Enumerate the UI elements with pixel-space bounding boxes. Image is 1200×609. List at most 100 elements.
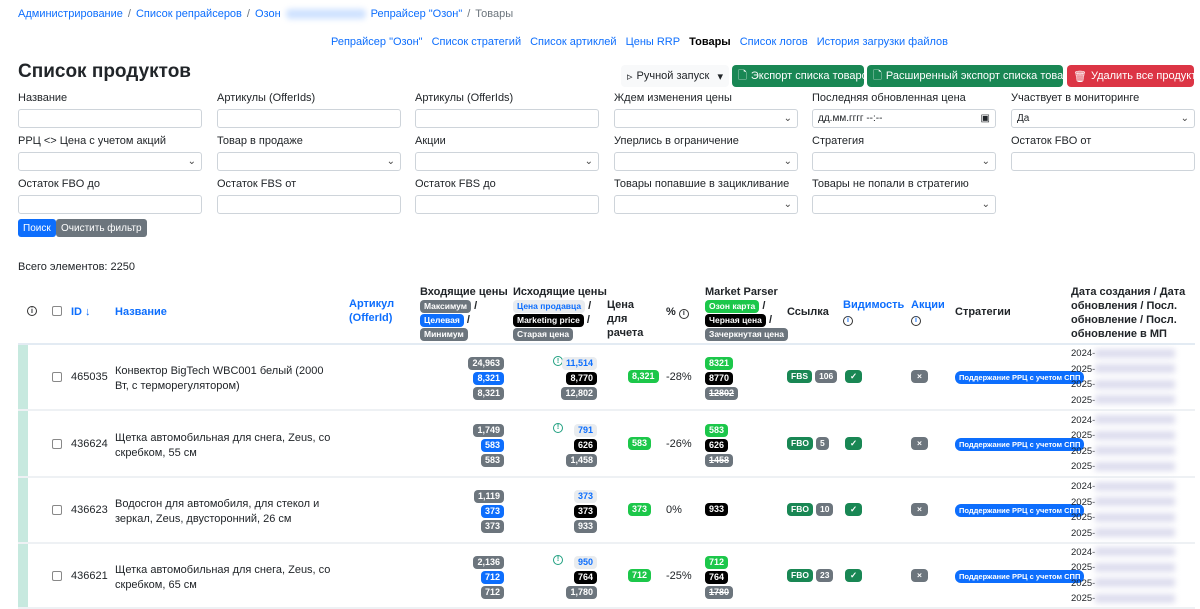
mp-price: 1458: [705, 453, 734, 467]
market-parser-prices: 583 626 1458: [705, 423, 734, 467]
row-dates: 2024- 2025- 2025- 2025-: [1071, 346, 1176, 408]
row-dates: 2024- 2025- 2025- 2025-: [1071, 479, 1176, 541]
filter-label: Товар в продаже: [217, 135, 303, 147]
col-id[interactable]: ID ↓: [71, 305, 91, 319]
filter-label: Акции: [415, 135, 446, 147]
filter-input[interactable]: Да ⌄: [1011, 109, 1195, 128]
clear-filter-button[interactable]: Очистить фильтр: [56, 219, 147, 237]
filter-field: РРЦ <> Цена с учетом акций ⌄: [18, 135, 202, 171]
row-name[interactable]: Конвектор BigTech WBC001 белый (2000 Вт,…: [115, 364, 340, 394]
chevron-down-icon: ⌄: [584, 156, 593, 167]
breadcrumb-ozon[interactable]: Озон: [255, 8, 281, 20]
nav-repricer[interactable]: Репрайсер "Озон": [331, 36, 423, 48]
row-name[interactable]: Водосгон для автомобиля, для стекол и зе…: [115, 497, 340, 527]
filter-input[interactable]: [18, 109, 202, 128]
col-calc-price: Цена для рачета: [607, 299, 644, 339]
filter-input[interactable]: [18, 195, 202, 214]
filter-input[interactable]: ⌄: [415, 152, 599, 171]
filter-field: Остаток FBO до: [18, 178, 202, 214]
info-icon: i: [911, 316, 921, 326]
nav-logs[interactable]: Список логов: [740, 36, 808, 48]
export-button[interactable]: 🗋 Экспорт списка товаров: [732, 65, 874, 87]
row-checkbox[interactable]: [52, 505, 62, 515]
outgoing-prices: 791 626 1,458: [566, 423, 597, 467]
chevron-down-icon: ⌄: [981, 199, 990, 210]
file-icon: 🗋: [873, 69, 882, 82]
extended-export-button[interactable]: 🗋 Расширенный экспорт списка товаров: [867, 65, 1081, 87]
col-strategies: Стратегии: [955, 306, 1011, 318]
redacted-date: [1095, 593, 1176, 603]
breadcrumb-repricer[interactable]: Репрайсер "Озон": [371, 8, 463, 20]
filter-input[interactable]: ⌄: [217, 152, 401, 171]
filter-input[interactable]: [415, 109, 599, 128]
breadcrumb-repricers[interactable]: Список репрайсеров: [136, 8, 242, 20]
strategy-badge[interactable]: Поддержание РРЦ с учетом СПП: [955, 371, 1085, 384]
link-badges[interactable]: FBO 23: [787, 568, 834, 582]
col-name[interactable]: Название: [115, 305, 167, 319]
calendar-icon: ▣: [980, 113, 990, 124]
filter-input[interactable]: [1011, 152, 1195, 171]
filter-label: Артикулы (OfferIds): [217, 92, 316, 104]
incoming-prices: 2,136 712 712: [473, 555, 504, 599]
filter-label: Товары не попали в стратегию: [812, 178, 969, 190]
filter-input[interactable]: ⌄: [812, 152, 996, 171]
link-badges[interactable]: FBO 10: [787, 503, 834, 516]
filter-label: Остаток FBO до: [18, 178, 100, 190]
market-parser-prices: 8321 8770 12802: [705, 357, 739, 400]
warning-icon: !: [553, 422, 563, 433]
redacted-date: [1095, 348, 1176, 358]
nav-upload-history[interactable]: История загрузки файлов: [817, 36, 948, 48]
delete-all-button[interactable]: 🗑 Удалить все продукты: [1067, 65, 1200, 87]
page-title: Список продуктов: [18, 61, 191, 82]
breadcrumb-admin[interactable]: Администрирование: [18, 8, 123, 20]
nav-rrp[interactable]: Цены RRP: [626, 36, 681, 48]
strategy-badge[interactable]: Поддержание РРЦ с учетом СПП: [955, 504, 1085, 517]
filter-input[interactable]: ⌄: [614, 195, 798, 214]
filter-input[interactable]: [217, 109, 401, 128]
link-badges[interactable]: FBS 106: [787, 370, 838, 383]
outgoing-prices: 373 373 933: [573, 490, 597, 533]
visibility-check-icon: ✓: [845, 568, 862, 582]
mp-price: 583: [705, 423, 729, 437]
redacted-date: [1095, 547, 1176, 557]
row-name[interactable]: Щетка автомобильная для снега, Zeus, со …: [115, 563, 340, 593]
search-button[interactable]: Поиск: [18, 219, 56, 237]
filter-field: Название: [18, 92, 202, 128]
filter-input[interactable]: ⌄: [614, 152, 798, 171]
row-checkbox[interactable]: [52, 438, 62, 449]
filter-label: Уперлись в ограничение: [614, 135, 739, 147]
nav-products[interactable]: Товары: [689, 36, 731, 48]
filter-input[interactable]: дд.мм.гггг --:-- ▣: [812, 109, 996, 128]
col-article[interactable]: Артикул (OfferId): [349, 297, 404, 325]
filter-input[interactable]: ⌄: [614, 109, 798, 128]
col-percent: % i: [666, 305, 689, 319]
filter-field: Артикулы (OfferIds): [217, 92, 401, 128]
mp-price: 764: [705, 570, 729, 584]
market-parser-prices: 933: [705, 503, 729, 516]
filter-input[interactable]: [415, 195, 599, 214]
redacted-date: [1095, 446, 1176, 456]
redacted-date: [1095, 497, 1176, 507]
strategy-badge[interactable]: Поддержание РРЦ с учетом СПП: [955, 437, 1085, 451]
redacted-date: [1095, 395, 1176, 405]
chevron-down-icon: ⌄: [386, 156, 395, 167]
nav-strategies[interactable]: Список стратегий: [432, 36, 522, 48]
row-checkbox[interactable]: [52, 372, 62, 382]
filter-input[interactable]: ⌄: [18, 152, 202, 171]
row-checkbox[interactable]: [52, 570, 62, 581]
info-icon[interactable]: i: [27, 306, 37, 316]
select-all-checkbox[interactable]: [52, 306, 62, 316]
nav-articles[interactable]: Список артиклей: [530, 36, 616, 48]
col-visibility[interactable]: Видимость i: [843, 298, 904, 326]
filter-label: Участвует в мониторинге: [1011, 92, 1140, 104]
manual-run-button[interactable]: ▹ Ручной запуск ▾: [621, 65, 729, 87]
col-promos[interactable]: Акции i: [911, 298, 945, 326]
redacted-account: [285, 9, 366, 19]
row-name[interactable]: Щетка автомобильная для снега, Zeus, со …: [115, 431, 340, 461]
redacted-date: [1095, 430, 1176, 440]
filter-input[interactable]: [217, 195, 401, 214]
filter-input[interactable]: ⌄: [812, 195, 996, 214]
link-badges[interactable]: FBO 5: [787, 436, 829, 450]
percent: -25%: [666, 569, 692, 582]
strategy-badge[interactable]: Поддержание РРЦ с учетом СПП: [955, 569, 1085, 583]
